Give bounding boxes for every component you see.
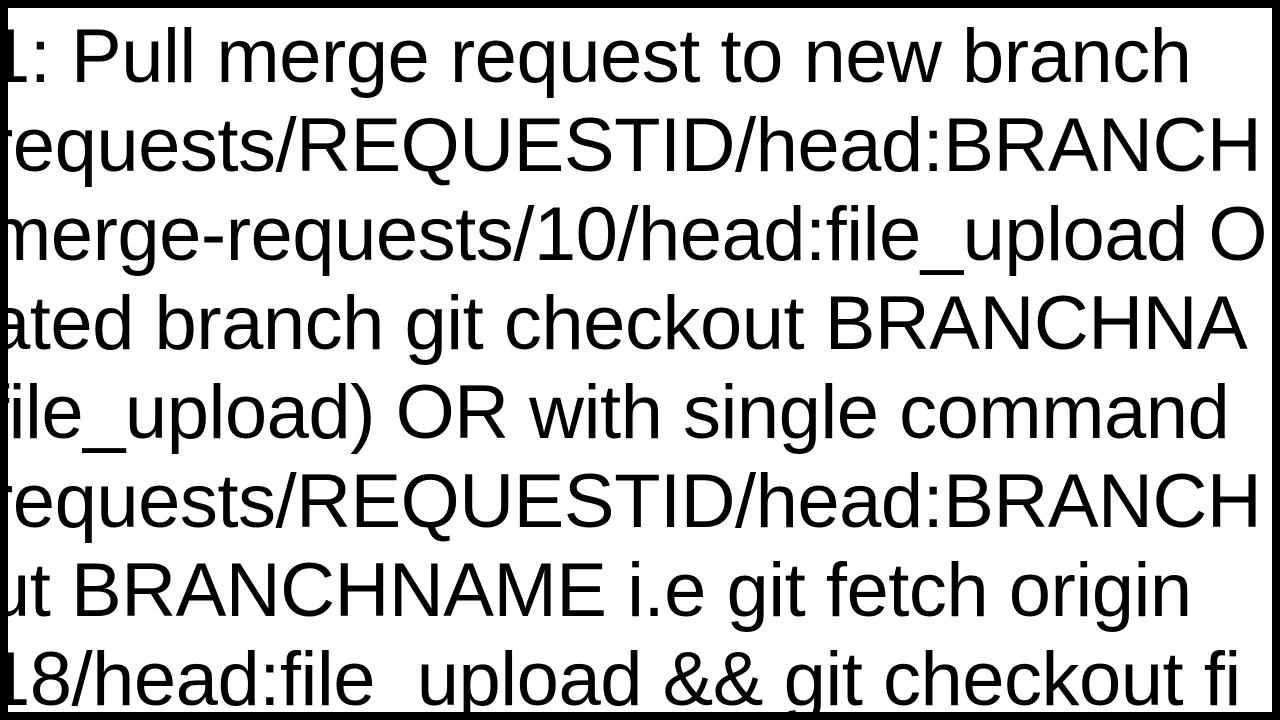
- text-line-5: file_upload) OR with single command: [0, 368, 1229, 457]
- document-frame: 1: Pull merge request to new branch requ…: [0, 0, 1280, 720]
- text-line-8: 18/head:file_upload && git checkout fi: [0, 635, 1241, 720]
- text-line-7: ut BRANCHNAME i.e git fetch origin: [0, 546, 1192, 635]
- text-line-2: requests/REQUESTID/head:BRANCH: [0, 101, 1261, 190]
- text-line-3: merge-requests/10/head:file_upload O: [0, 190, 1267, 279]
- text-line-1: 1: Pull merge request to new branch: [0, 12, 1191, 101]
- text-line-4: ated branch git checkout BRANCHNA: [0, 279, 1247, 368]
- text-line-6: requests/REQUESTID/head:BRANCH: [0, 457, 1261, 546]
